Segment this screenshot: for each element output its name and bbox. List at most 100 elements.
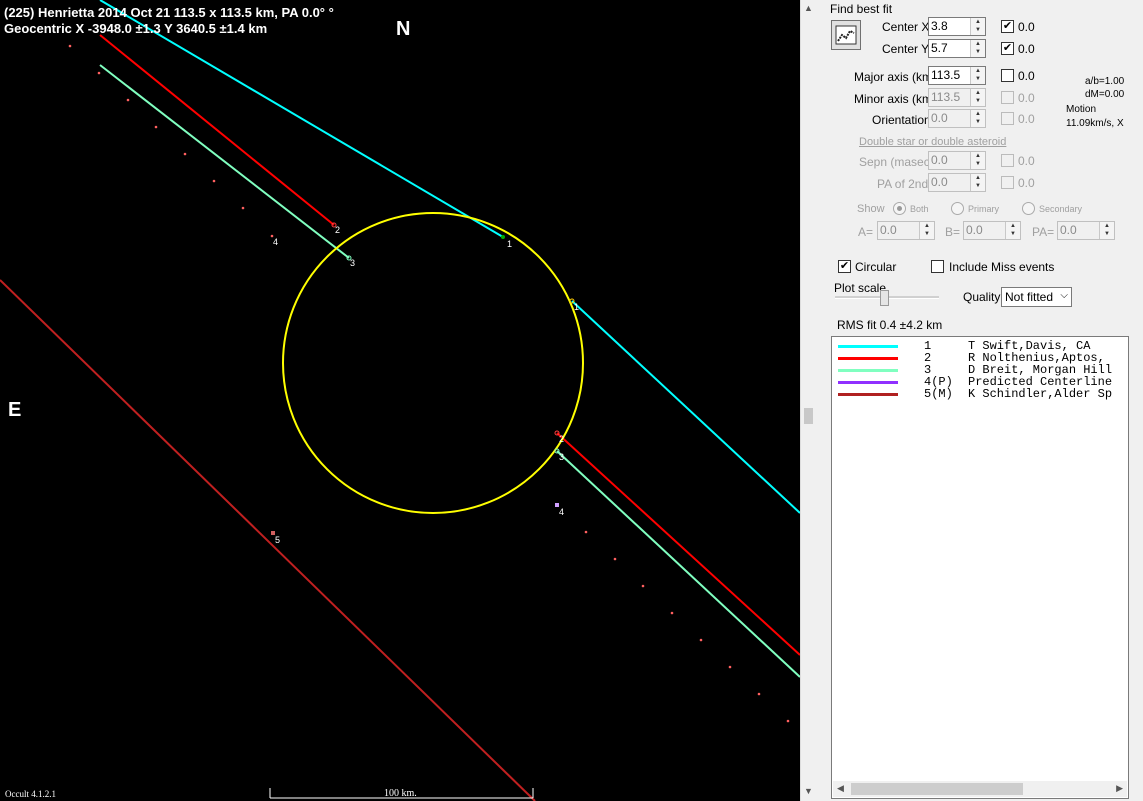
legend-line-swatch: [838, 393, 898, 396]
a-label: A=: [858, 225, 874, 239]
dm-text: dM=0.00: [1085, 89, 1125, 100]
rms-fit-text: RMS fit 0.4 ±4.2 km: [837, 318, 943, 332]
fit-settings-panel: Find best fit Center X 3.8 ▲ ▼ ✔ 0.0 Cent…: [817, 0, 1143, 801]
chord-label-2-upper: 2: [335, 225, 341, 235]
orientation-input[interactable]: 0.0 ▲ ▼: [928, 109, 986, 128]
asteroid-profile-circle: [282, 212, 584, 514]
b-input[interactable]: 0.0 ▲ ▼: [963, 221, 1021, 240]
scroll-down-icon[interactable]: ▼: [804, 786, 813, 796]
scroll-left-icon[interactable]: ◀: [837, 783, 844, 794]
pa-of-2nd-spinner[interactable]: ▲ ▼: [970, 174, 985, 191]
sepn-checkbox[interactable]: [1001, 154, 1014, 167]
major-axis-input[interactable]: 113.5 ▲ ▼: [928, 66, 986, 85]
center-x-spinner[interactable]: ▲ ▼: [970, 18, 985, 35]
show-label: Show: [857, 203, 885, 215]
scroll-thumb[interactable]: [804, 408, 813, 424]
predicted-centerline-dots: [68, 44, 790, 723]
sepn-label: Sepn (masec): [859, 155, 934, 169]
pa-of-2nd-check-value: 0.0: [1018, 176, 1035, 190]
show-both-radio[interactable]: [893, 202, 906, 215]
scroll-up-icon[interactable]: ▲: [804, 3, 813, 13]
b-label: B=: [945, 225, 961, 239]
show-secondary-label: Secondary: [1039, 204, 1083, 214]
motion-value: 11.09km/s, X: [1066, 118, 1124, 129]
orientation-spinner[interactable]: ▲ ▼: [970, 110, 985, 127]
include-miss-label: Include Miss events: [949, 260, 1055, 274]
pa-of-2nd-input[interactable]: 0.0 ▲ ▼: [928, 173, 986, 192]
center-x-input[interactable]: 3.8 ▲ ▼: [928, 17, 986, 36]
show-secondary-radio[interactable]: [1022, 202, 1035, 215]
center-y-check-value: 0.0: [1018, 42, 1035, 56]
ab-ratio-text: a/b=1.00: [1085, 76, 1125, 87]
scroll-right-icon[interactable]: ▶: [1116, 783, 1123, 794]
minor-axis-spinner[interactable]: ▲ ▼: [970, 89, 985, 106]
center-x-label: Center X: [882, 20, 930, 34]
chord-label-2-lower: 2: [559, 434, 565, 444]
chord-label-4-lower: 4: [559, 507, 565, 517]
sepn-spinner[interactable]: ▲ ▼: [970, 152, 985, 169]
circular-checkbox[interactable]: ✔: [838, 260, 851, 273]
plot-canvas: [0, 0, 800, 801]
major-axis-check-value: 0.0: [1018, 69, 1035, 83]
motion-label: Motion: [1066, 104, 1097, 115]
center-x-check-value: 0.0: [1018, 20, 1035, 34]
occultation-plot: (225) Henrietta 2014 Oct 21 113.5 x 113.…: [0, 0, 800, 801]
fit-graph-icon: [835, 25, 857, 45]
minor-axis-label: Minor axis (km): [854, 92, 937, 106]
major-axis-spinner[interactable]: ▲ ▼: [970, 67, 985, 84]
scroll-thumb[interactable]: [851, 783, 1023, 795]
plot-scale-slider-thumb[interactable]: [880, 290, 889, 306]
sepn-input[interactable]: 0.0 ▲ ▼: [928, 151, 986, 170]
observer-legend-list[interactable]: 1 T Swift,Davis, CA 2 R Nolthenius,Aptos…: [831, 336, 1129, 799]
circular-label: Circular: [855, 260, 897, 274]
legend-line-swatch: [838, 357, 898, 360]
major-axis-checkbox[interactable]: [1001, 69, 1014, 82]
include-miss-checkbox[interactable]: [931, 260, 944, 273]
minor-axis-check-value: 0.0: [1018, 91, 1035, 105]
orientation-check-value: 0.0: [1018, 112, 1035, 126]
pa-spinner[interactable]: ▲ ▼: [1099, 222, 1114, 239]
double-star-link[interactable]: Double star or double asteroid: [859, 136, 1006, 148]
north-label: N: [396, 18, 411, 40]
legend-line-swatch: [838, 381, 898, 384]
a-input[interactable]: 0.0 ▲ ▼: [877, 221, 935, 240]
major-axis-label: Major axis (km): [854, 70, 937, 84]
show-both-label: Both: [910, 204, 929, 214]
find-best-fit-button[interactable]: [831, 20, 861, 50]
pa-label: PA=: [1032, 225, 1055, 239]
a-spinner[interactable]: ▲ ▼: [919, 222, 934, 239]
pa-of-2nd-checkbox[interactable]: [1001, 176, 1014, 189]
plot-vertical-scrollbar[interactable]: ▲ ▼: [800, 0, 818, 801]
chord-2-track-upper: [99, 34, 335, 226]
find-best-fit-label: Find best fit: [830, 2, 893, 16]
chevron-down-icon: ⌵: [1060, 290, 1068, 301]
scale-bar-label: 100 km.: [384, 788, 417, 799]
show-primary-label: Primary: [968, 204, 999, 214]
list-item[interactable]: 5(M) K Schindler,Alder Sp: [832, 388, 1128, 400]
legend-horizontal-scrollbar[interactable]: ◀ ▶: [833, 781, 1127, 797]
chord-3-track-lower: [556, 450, 800, 678]
version-label: Occult 4.1.2.1: [5, 789, 56, 799]
chord-3-track-upper: [99, 64, 350, 259]
minor-axis-checkbox[interactable]: [1001, 91, 1014, 104]
chord-label-3-lower: 3: [559, 452, 565, 462]
center-y-label: Center Y: [882, 42, 930, 56]
center-y-checkbox[interactable]: ✔: [1001, 42, 1014, 55]
minor-axis-input[interactable]: 113.5 ▲ ▼: [928, 88, 986, 107]
center-y-spinner[interactable]: ▲ ▼: [970, 40, 985, 57]
plot-scale-label: Plot scale: [834, 281, 887, 295]
legend-text: K Schindler,Alder Sp: [968, 387, 1113, 401]
east-label: E: [8, 399, 22, 421]
chord-label-1-upper: 1: [507, 239, 513, 249]
center-x-checkbox[interactable]: ✔: [1001, 20, 1014, 33]
orientation-checkbox[interactable]: [1001, 112, 1014, 125]
chord-label-5: 5: [275, 535, 281, 545]
center-y-input[interactable]: 5.7 ▲ ▼: [928, 39, 986, 58]
legend-num: 5(M): [924, 387, 953, 401]
b-spinner[interactable]: ▲ ▼: [1005, 222, 1020, 239]
pa-input[interactable]: 0.0 ▲ ▼: [1057, 221, 1115, 240]
show-primary-radio[interactable]: [951, 202, 964, 215]
chord-5-miss-line: [0, 279, 536, 801]
chord-1-track-lower: [571, 300, 800, 514]
quality-select[interactable]: Not fitted ⌵: [1001, 287, 1072, 307]
